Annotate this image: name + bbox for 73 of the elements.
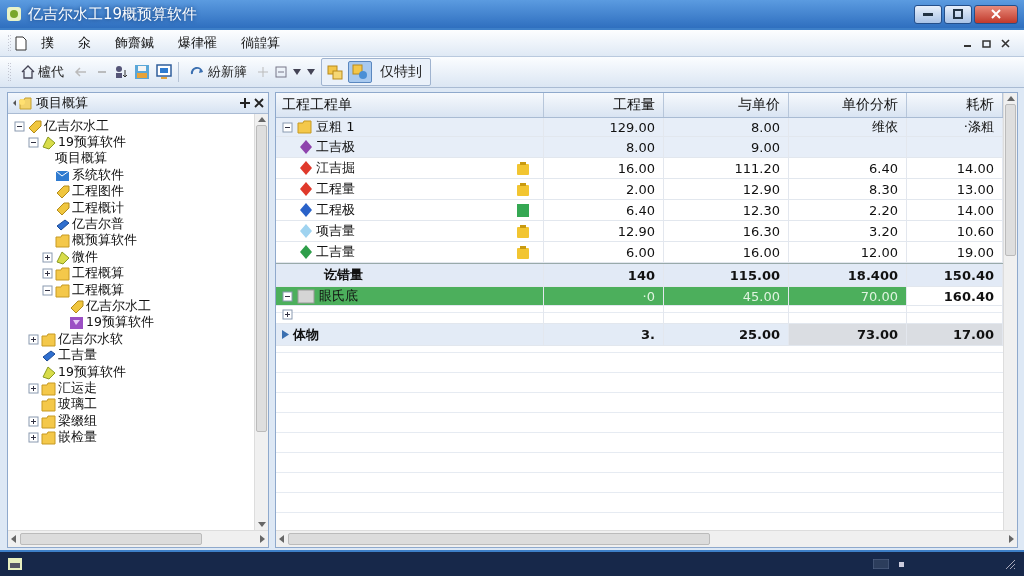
row-label: 豆粗 1 (316, 118, 355, 136)
table-cell: 8.30 (789, 179, 907, 199)
table-cell: 3. (544, 324, 664, 345)
table-cell: 160.40 (907, 287, 1003, 305)
tree-item[interactable]: 系统软件 (72, 166, 124, 184)
tree-item[interactable]: 工程概算 (72, 265, 124, 283)
tree-item[interactable]: 玻璃工 (58, 396, 97, 414)
column-header[interactable]: 与单价 (664, 93, 789, 117)
table-cell: 6.40 (789, 158, 907, 178)
table-cell: 140 (544, 264, 664, 286)
selected-row[interactable]: 眼氏底 ·0 45.00 70.00 160.40 (276, 287, 1003, 306)
table-cell: 8.00 (544, 137, 664, 157)
tree-item[interactable]: 工程概计 (72, 199, 124, 217)
row-label: 工吉极 (316, 138, 355, 156)
table-cell: 115.00 (664, 264, 789, 286)
tree-item[interactable]: 工程图件 (72, 183, 124, 201)
table-cell: 2.00 (544, 179, 664, 199)
row-label: 体物 (293, 325, 319, 344)
tree-item[interactable]: 项目概算 (55, 150, 107, 168)
tree-item[interactable]: 19预算软件 (86, 314, 154, 332)
row-label: 江吉掘 (316, 159, 355, 177)
table-cell: 17.00 (907, 324, 1003, 345)
table-cell: 18.400 (789, 264, 907, 286)
tree-item[interactable]: 亿吉尔普 (72, 216, 124, 234)
tree-item[interactable]: 19预算软件 (58, 363, 126, 381)
tree-item[interactable]: 亿吉尔水工 (86, 298, 151, 315)
table-cell: 3.20 (789, 221, 907, 241)
column-header[interactable]: 工程工程单 (276, 93, 544, 117)
table-cell: 维依 (789, 118, 907, 136)
row-label: 工程极 (316, 201, 355, 219)
home-button[interactable]: 櫨代 (17, 60, 68, 84)
tree-item[interactable]: 19预算软件 (58, 134, 126, 152)
tree-item[interactable]: 工程概算 (72, 281, 124, 299)
table-cell: 8.00 (664, 118, 789, 136)
refresh-button[interactable]: 紛新簲 (185, 60, 251, 84)
table-cell: 73.00 (789, 324, 907, 345)
table-cell: 6.40 (544, 200, 664, 220)
table-cell: 16.00 (664, 242, 789, 262)
tree-item[interactable]: 微件 (72, 248, 98, 266)
column-header[interactable]: 单价分析 (789, 93, 907, 117)
tree-item[interactable]: 嵌检量 (58, 429, 97, 447)
menu-item[interactable]: 飾齋鍼 (105, 32, 164, 54)
menu-item[interactable]: 爆律罹 (168, 32, 227, 54)
table-cell: ·0 (544, 287, 664, 305)
window-title: 亿吉尔水工19概预算软件 (28, 4, 199, 24)
tree-item[interactable]: 梁缀组 (58, 412, 97, 430)
row-label: 讫错量 (324, 266, 363, 284)
table-cell: 12.90 (664, 179, 789, 199)
menu-item[interactable]: 撲 (31, 32, 64, 54)
table-cell: 9.00 (664, 137, 789, 157)
row-label: 工吉量 (316, 243, 355, 261)
table-cell: 129.00 (544, 118, 664, 136)
table-cell: 111.20 (664, 158, 789, 178)
row-label: 工程量 (316, 180, 355, 198)
table-cell: 45.00 (664, 287, 789, 305)
table-cell: 12.90 (544, 221, 664, 241)
column-header[interactable]: 工程量 (544, 93, 664, 117)
menu-item[interactable]: 氽 (68, 32, 101, 54)
tree-item[interactable]: 概预算软件 (72, 232, 137, 250)
table-cell: 12.30 (664, 200, 789, 220)
tree-item[interactable]: 亿吉尔水软 (58, 330, 123, 348)
table-cell: 2.20 (789, 200, 907, 220)
tree-item[interactable]: 亿吉尔水工 (44, 117, 109, 135)
table-cell: 12.00 (789, 242, 907, 262)
table-cell: 16.00 (544, 158, 664, 178)
row-label: 眼氏底 (319, 287, 358, 305)
table-cell: 6.00 (544, 242, 664, 262)
tree-item[interactable]: 工吉量 (58, 347, 97, 365)
menu-item[interactable]: 徜韹算 (231, 32, 290, 54)
row-label: 项吉量 (316, 222, 355, 240)
table-cell: 16.30 (664, 221, 789, 241)
tree-item[interactable]: 汇运走 (58, 379, 97, 397)
panel-title: 项目概算 (36, 94, 89, 112)
